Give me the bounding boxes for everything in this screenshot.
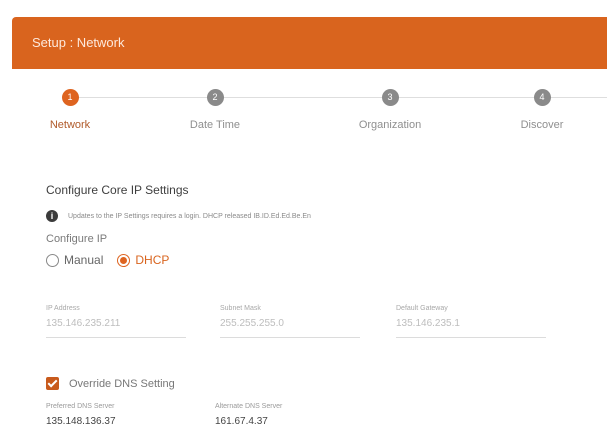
- field-label: Subnet Mask: [220, 305, 261, 312]
- override-dns-checkbox[interactable]: Override DNS Setting: [46, 377, 175, 390]
- radio-unchecked-icon[interactable]: [46, 253, 59, 267]
- field-label: Alternate DNS Server: [215, 403, 283, 410]
- info-icon: i: [46, 210, 58, 222]
- ip-address-input: 135.146.235.211: [46, 318, 186, 338]
- section-title: Configure Core IP Settings: [46, 183, 189, 197]
- step-label: Organization: [358, 119, 422, 131]
- step-number: 3: [381, 89, 399, 106]
- step-number: 2: [206, 89, 224, 106]
- ip-address-field: IP Address 135.146.235.211: [46, 305, 186, 338]
- info-text: Updates to the IP Settings requires a lo…: [68, 212, 311, 220]
- step-label: Discover: [520, 119, 564, 131]
- step-date-time[interactable]: 2 Date Time: [145, 86, 285, 131]
- radio-dhcp[interactable]: DHCP: [117, 253, 169, 267]
- step-number: 4: [533, 89, 551, 106]
- step-label: Network: [49, 119, 91, 131]
- alternate-dns-input[interactable]: 161.67.4.37: [215, 416, 355, 435]
- checkbox-checked-icon[interactable]: [46, 377, 59, 390]
- radio-label: DHCP: [135, 253, 170, 267]
- step-organization[interactable]: 3 Organization: [320, 86, 460, 131]
- step-discover[interactable]: 4 Discover: [472, 86, 607, 131]
- configure-ip-radio-group: Manual DHCP: [46, 253, 183, 267]
- default-gateway-field: Default Gateway 135.146.235.1: [396, 305, 546, 338]
- page-title: Setup : Network: [32, 35, 125, 50]
- radio-manual[interactable]: Manual: [46, 253, 103, 267]
- field-label: Default Gateway: [396, 305, 448, 312]
- subnet-mask-input: 255.255.255.0: [220, 318, 360, 338]
- radio-label: Manual: [64, 253, 104, 267]
- subnet-mask-field: Subnet Mask 255.255.255.0: [220, 305, 360, 338]
- preferred-dns-input[interactable]: 135.148.136.37: [46, 416, 186, 435]
- configure-ip-label: Configure IP: [46, 233, 108, 245]
- field-label: IP Address: [46, 305, 80, 312]
- page-header: Setup : Network: [12, 17, 607, 69]
- override-dns-label: Override DNS Setting: [69, 377, 175, 390]
- alternate-dns-field: Alternate DNS Server 161.67.4.37: [215, 403, 355, 435]
- preferred-dns-field: Preferred DNS Server 135.148.136.37: [46, 403, 186, 435]
- field-label: Preferred DNS Server: [46, 403, 115, 410]
- step-network[interactable]: 1 Network: [0, 86, 140, 131]
- info-message: i Updates to the IP Settings requires a …: [46, 209, 311, 223]
- step-label: Date Time: [189, 119, 241, 131]
- setup-stepper: 1 Network 2 Date Time 3 Organization 4 D…: [0, 86, 607, 146]
- step-number: 1: [61, 89, 79, 106]
- default-gateway-input: 135.146.235.1: [396, 318, 546, 338]
- radio-checked-icon[interactable]: [117, 253, 131, 267]
